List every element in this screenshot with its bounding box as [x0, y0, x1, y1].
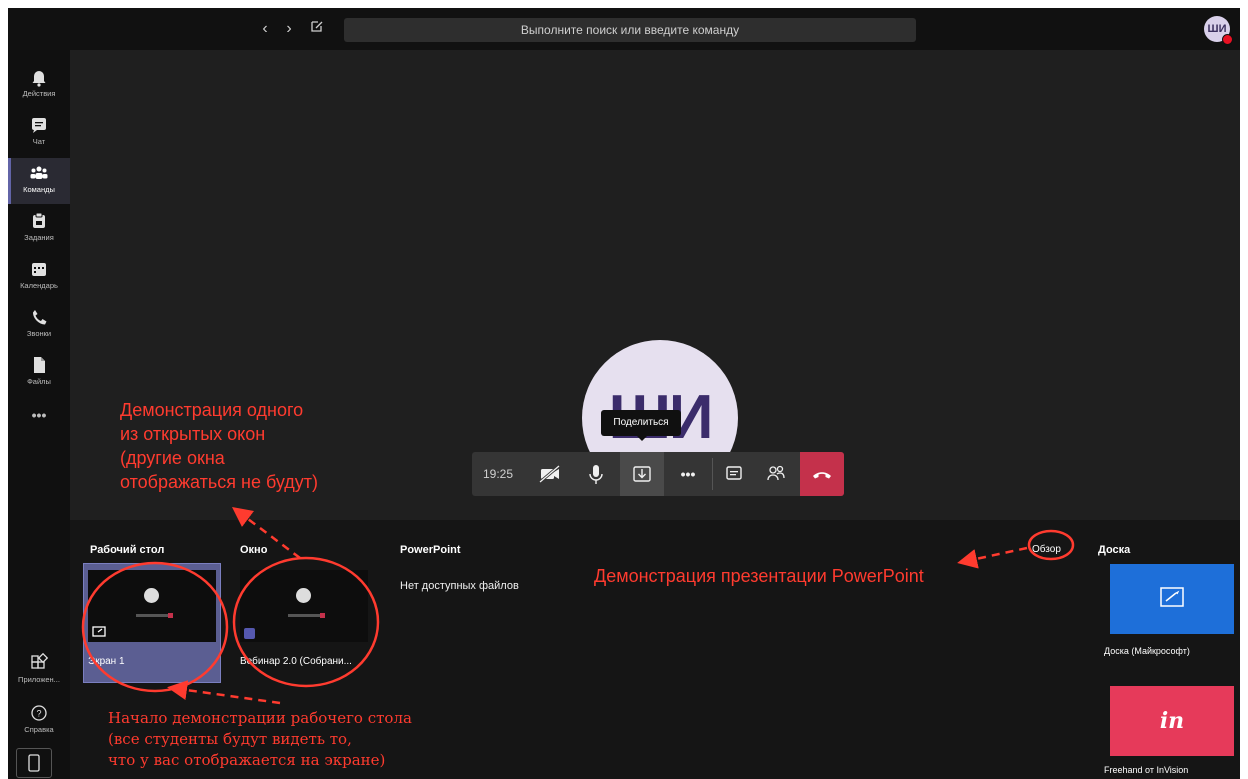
desktop-section-title: Рабочий стол [90, 544, 165, 556]
mini-hangup [168, 613, 173, 618]
sidebar-item-calendar[interactable]: Календарь [8, 254, 70, 300]
app-bar: Действия Чат Команды Задания Календарь З… [8, 50, 70, 779]
camera-off-button[interactable] [528, 452, 572, 496]
compose-icon[interactable] [306, 18, 328, 40]
share-button[interactable] [620, 452, 664, 496]
svg-text:?: ? [36, 709, 41, 719]
microphone-icon [589, 465, 603, 484]
phone-icon [33, 310, 47, 325]
window-item-label: Вебинар 2.0 (Собрани... [240, 656, 352, 667]
annotation-line: Демонстрация одного [120, 400, 304, 420]
hang-up-icon [813, 472, 831, 479]
files-icon [34, 357, 45, 373]
freehand-tile[interactable]: in [1110, 686, 1234, 756]
mini-toolbar [136, 614, 168, 617]
sidebar-item-files[interactable]: Файлы [8, 350, 70, 396]
share-tooltip: Поделиться [601, 410, 681, 441]
chat-icon [726, 466, 742, 480]
desktop-share-option[interactable]: Экран 1 [83, 563, 221, 683]
desktop-thumbnail [88, 570, 216, 642]
browse-button[interactable]: Обзор [1032, 544, 1061, 555]
more-actions-button[interactable]: ••• [666, 452, 710, 496]
freehand-label: Freehand от InVision [1104, 765, 1189, 775]
chat-icon [32, 118, 46, 133]
help-icon: ? [31, 705, 47, 721]
desktop-item-label: Экран 1 [88, 656, 125, 667]
mini-avatar [144, 588, 159, 603]
sidebar-item-label: Задания [24, 233, 54, 242]
call-timer: 19:25 [482, 467, 514, 481]
title-bar: ‹ › Выполните поиск или введите команду … [8, 8, 1240, 50]
sidebar-item-teams[interactable]: Команды [8, 158, 70, 204]
sidebar-item-apps[interactable]: Приложен... [8, 648, 70, 694]
sidebar-item-label: Календарь [20, 281, 58, 290]
camera-off-icon [539, 464, 560, 484]
teams-icon [30, 166, 48, 179]
mini-avatar [296, 588, 311, 603]
whiteboard-tile[interactable] [1110, 564, 1234, 634]
window-share-option[interactable]: Вебинар 2.0 (Собрани... [236, 564, 372, 682]
assignments-icon [33, 212, 45, 228]
sidebar-item-label: Чат [32, 137, 46, 146]
sidebar-item-label: Файлы [27, 377, 51, 386]
powerpoint-annotation: Демонстрация презентации PowerPoint [594, 566, 924, 586]
call-controls: 19:25 ••• [472, 452, 844, 496]
sidebar-item-assignments[interactable]: Задания [8, 206, 70, 252]
sidebar-item-label: Команды [23, 185, 55, 194]
powerpoint-section-title: PowerPoint [400, 544, 461, 556]
sidebar-item-help[interactable]: ? Справка [8, 698, 70, 744]
forward-icon[interactable]: › [278, 18, 300, 40]
calendar-icon [32, 263, 46, 276]
powerpoint-empty-text: Нет доступных файлов [400, 580, 519, 592]
back-icon[interactable]: ‹ [254, 18, 276, 40]
window-annotation: Демонстрация одного из открытых окон (др… [120, 398, 318, 494]
annotation-line: из открытых окон [120, 424, 266, 444]
people-icon [767, 465, 785, 481]
window-section-title: Окно [240, 544, 268, 556]
sidebar-item-label: Действия [22, 89, 56, 98]
bell-icon [32, 71, 46, 87]
mini-toolbar [288, 614, 320, 617]
annotation-line: что у вас отображается на экране) [108, 751, 386, 769]
sidebar-item-label: Справка [24, 725, 54, 734]
window-thumbnail [240, 570, 368, 642]
sidebar-item-activity[interactable]: Действия [8, 62, 70, 108]
mic-button[interactable] [576, 452, 616, 496]
whiteboard-label: Доска (Майкрософт) [1104, 646, 1190, 656]
annotation-line: (другие окна [120, 448, 225, 468]
annotation-line: отображаться не будут) [120, 472, 319, 492]
whiteboard-icon [1160, 587, 1184, 607]
sidebar-item-calls[interactable]: Звонки [8, 302, 70, 348]
toolbar-divider [712, 458, 713, 490]
share-tray-icon [633, 466, 651, 482]
more-apps-button[interactable]: ••• [8, 402, 70, 428]
participants-button[interactable] [756, 452, 796, 496]
sidebar-item-label: Приложен... [18, 675, 60, 684]
mobile-icon [28, 754, 40, 772]
hang-up-button[interactable] [800, 452, 844, 496]
chat-toggle-button[interactable] [714, 452, 754, 496]
sidebar-item-chat[interactable]: Чат [8, 110, 70, 156]
annotation-line: Начало демонстрации рабочего стола [108, 709, 412, 727]
board-section-title: Доска [1098, 544, 1131, 556]
screen-icon [92, 626, 106, 637]
mini-hangup [320, 613, 325, 618]
teams-window: ‹ › Выполните поиск или введите команду … [8, 8, 1240, 779]
desktop-annotation: Начало демонстрации рабочего стола (все … [108, 708, 412, 771]
teams-app-icon [244, 628, 255, 639]
apps-icon [31, 652, 49, 669]
search-input[interactable]: Выполните поиск или введите команду [344, 18, 916, 42]
status-badge [1222, 34, 1233, 45]
device-button[interactable] [16, 748, 52, 778]
annotation-line: (все студенты будут видеть то, [108, 730, 352, 748]
sidebar-item-label: Звонки [26, 329, 52, 338]
